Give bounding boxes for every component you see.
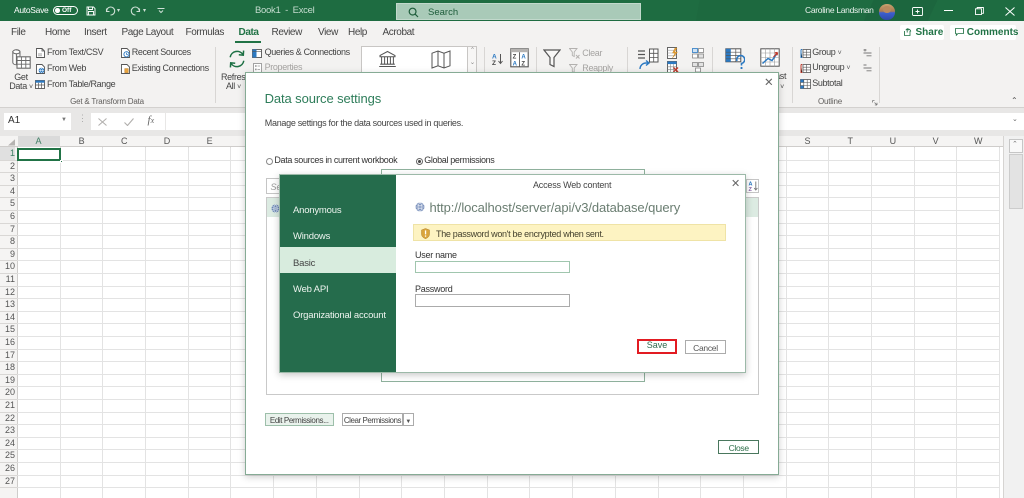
svg-text:Z: Z bbox=[492, 60, 496, 65]
svg-text:Z: Z bbox=[513, 55, 517, 61]
svg-text:A: A bbox=[521, 55, 526, 61]
svg-text:A: A bbox=[513, 62, 518, 68]
svg-text:Z: Z bbox=[748, 187, 752, 192]
svg-text:Z: Z bbox=[521, 62, 525, 68]
